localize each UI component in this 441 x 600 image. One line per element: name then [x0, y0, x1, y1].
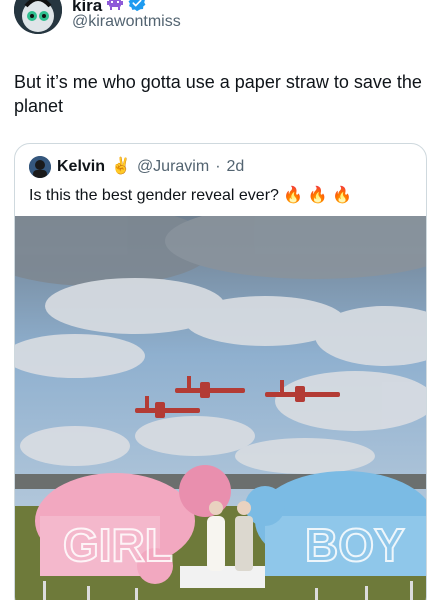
victory-hand-emoji: ✌️ — [111, 158, 131, 175]
bride-figure — [207, 516, 225, 571]
author-handle[interactable]: @kirawontmiss — [72, 12, 181, 32]
quoted-author-name[interactable]: Kelvin — [57, 157, 105, 177]
quoted-tweet[interactable]: Kelvin ✌️ @Juravim · 2d Is this the best… — [14, 143, 427, 600]
quoted-text: Is this the best gender reveal ever? — [29, 187, 279, 204]
quoted-media-image[interactable]: GIRL BOY — [15, 216, 426, 600]
separator-dot: · — [215, 158, 221, 175]
tweet-text: But it’s me who gotta use a paper straw … — [14, 72, 422, 116]
author-avatar[interactable] — [14, 0, 62, 34]
quoted-author-avatar[interactable] — [29, 156, 51, 178]
quoted-timestamp[interactable]: 2d — [227, 157, 245, 177]
fire-emojis: 🔥 🔥 🔥 — [283, 187, 353, 204]
girl-letters: GIRL — [63, 519, 173, 571]
groom-figure — [235, 516, 253, 571]
tweet-header: kira @kirawontmiss — [14, 0, 434, 36]
boy-letters: BOY — [305, 519, 405, 571]
quoted-text-line: Is this the best gender reveal ever? 🔥 🔥… — [29, 185, 352, 207]
quoted-author-handle[interactable]: @Juravim — [137, 157, 209, 177]
